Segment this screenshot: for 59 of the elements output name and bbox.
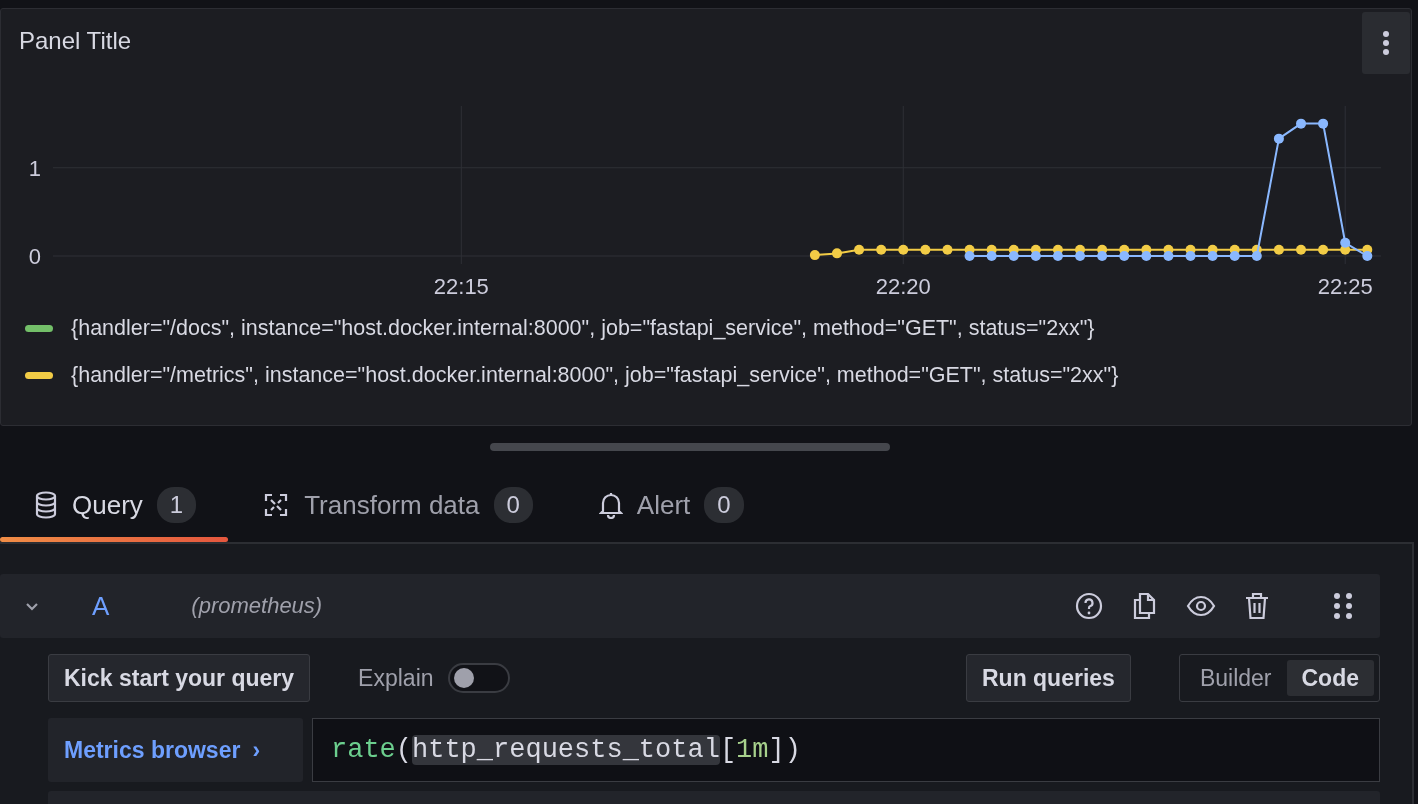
point <box>1296 118 1307 129</box>
legend-label[interactable]: {handler="/docs", instance="host.docker.internal:8000", job="fastapi_service", method="GET", status="2xx"} <box>71 316 1095 341</box>
count-badge: 0 <box>704 487 744 523</box>
point <box>1362 251 1373 261</box>
query-field[interactable]: rate(http_requests_total[1m]) <box>312 718 1380 782</box>
tab[interactable]: Query 1 <box>0 468 229 542</box>
point <box>1273 244 1284 255</box>
point <box>1052 251 1063 261</box>
bell-icon <box>598 491 623 519</box>
point <box>898 244 909 255</box>
point <box>876 244 887 255</box>
panel-title: Panel Title <box>19 27 132 55</box>
tab[interactable]: Alert 0 <box>564 468 776 542</box>
point <box>986 251 997 261</box>
point <box>1097 251 1108 261</box>
point <box>1318 244 1329 255</box>
point <box>854 244 865 255</box>
kebab-icon <box>1382 30 1390 56</box>
mode-option[interactable]: Code <box>1286 660 1374 696</box>
point <box>1008 251 1019 261</box>
point <box>920 244 931 255</box>
point <box>1185 251 1196 261</box>
help-icon[interactable] <box>1074 591 1104 621</box>
point <box>1229 251 1240 261</box>
explain-toggle[interactable] <box>447 663 510 693</box>
explain-label: Explain <box>358 664 434 692</box>
y-axis-label: 1 <box>28 155 41 181</box>
run-queries-button[interactable]: Run queries <box>965 654 1131 702</box>
x-axis-label: 22:20 <box>875 274 931 299</box>
resize-handle[interactable] <box>490 443 890 451</box>
point <box>1030 251 1041 261</box>
y-axis-label: 0 <box>28 244 41 269</box>
x-axis-label: 22:25 <box>1317 274 1373 299</box>
point <box>1340 237 1351 248</box>
query-ref: A <box>92 590 110 622</box>
point <box>1318 118 1329 129</box>
point <box>1296 244 1307 255</box>
point <box>831 248 842 259</box>
point <box>1141 251 1152 261</box>
point <box>1163 251 1174 261</box>
database-icon <box>34 491 58 519</box>
x-axis-label: 22:15 <box>433 274 489 299</box>
point <box>942 244 953 255</box>
count-badge: 0 <box>493 487 533 523</box>
point <box>1119 251 1130 261</box>
point <box>1273 133 1284 144</box>
menu-button[interactable] <box>1362 12 1410 74</box>
legend-label[interactable]: {handler="/metrics", instance="host.docker.internal:8000", job="fastapi_service", method="GET", status="2xx"} <box>71 363 1119 388</box>
point <box>1207 251 1218 261</box>
kick-start-button[interactable]: Kick start your query <box>48 654 311 702</box>
metrics-browser-button[interactable]: Metrics browser › <box>48 718 303 782</box>
datasource-name: (prometheus) <box>191 593 323 619</box>
tab[interactable]: Transform data 0 <box>228 468 565 542</box>
count-badge: 1 <box>156 487 197 523</box>
point <box>1251 251 1262 261</box>
mode-option[interactable]: Builder <box>1184 660 1287 696</box>
point <box>809 250 820 261</box>
point <box>1075 251 1086 261</box>
point <box>964 251 975 261</box>
